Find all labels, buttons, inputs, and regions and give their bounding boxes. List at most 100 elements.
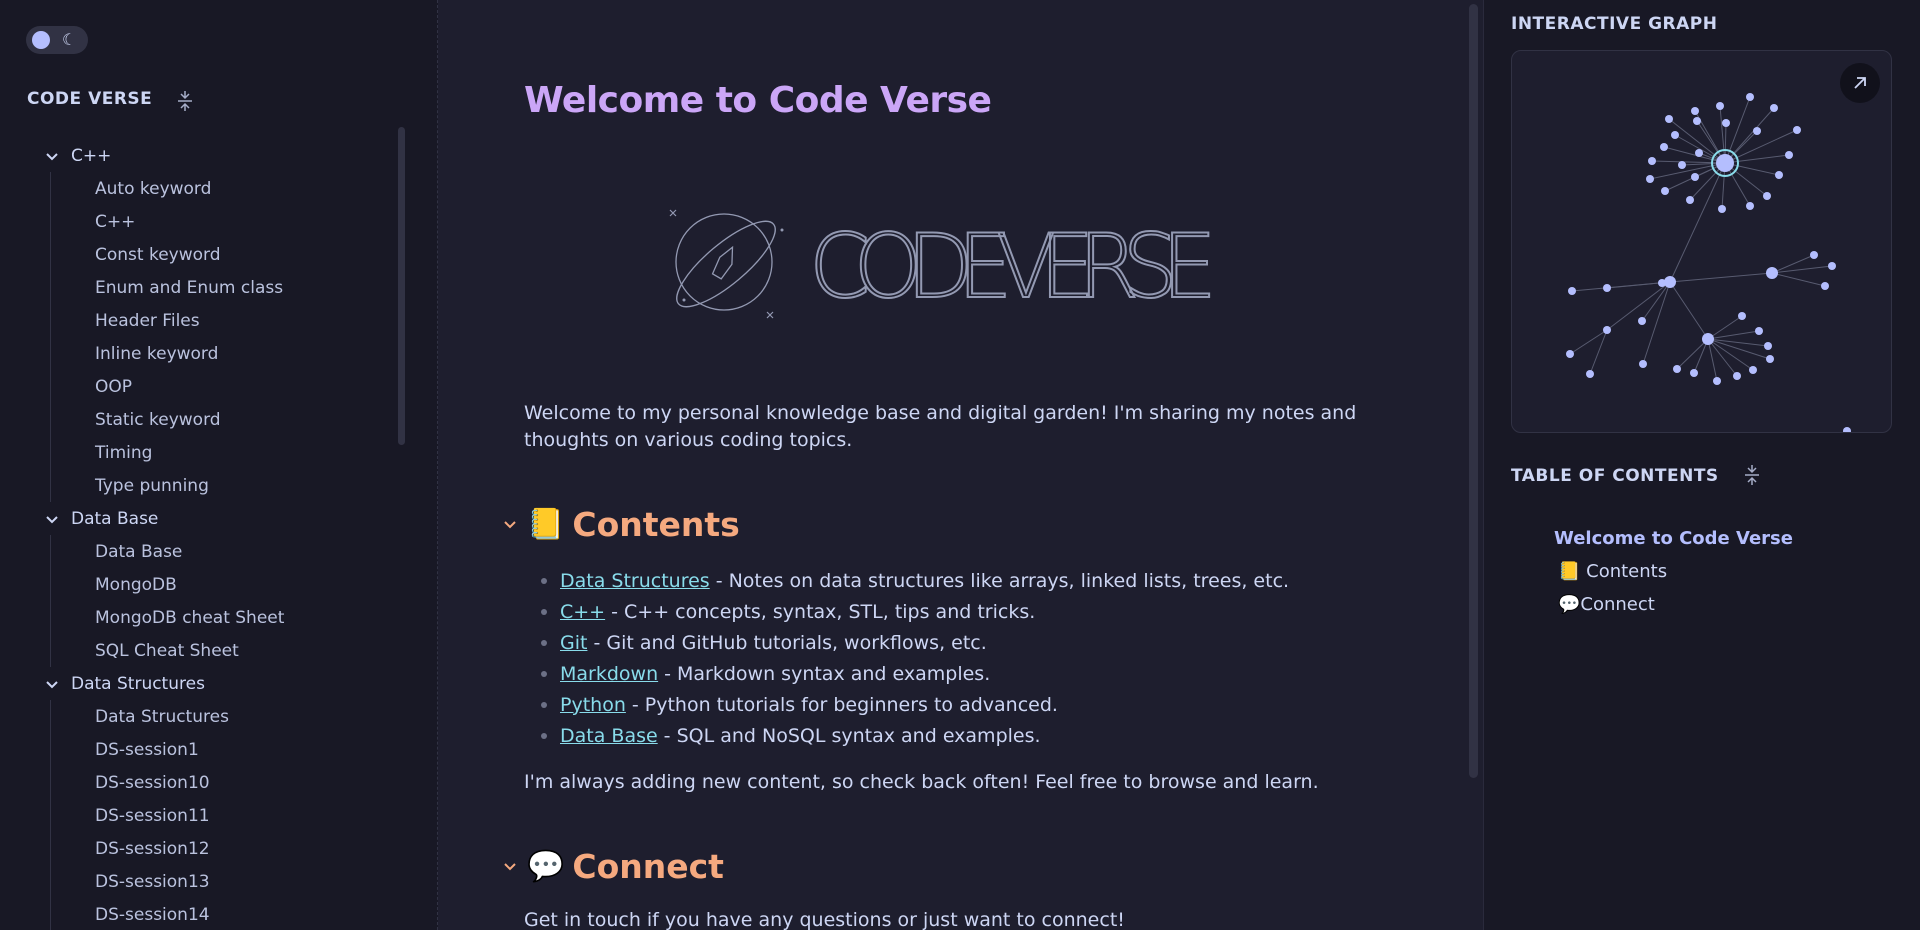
graph-node (1678, 161, 1686, 169)
contents-link[interactable]: Data Base (560, 725, 658, 747)
file-item[interactable]: OOP (28, 370, 407, 403)
file-item[interactable]: DS-session1 (28, 733, 407, 766)
graph-edge (1724, 107, 1775, 164)
contents-link[interactable]: Git (560, 632, 587, 654)
bullet (541, 732, 547, 739)
bullet (541, 577, 547, 584)
connect-heading-text: Connect (572, 847, 724, 886)
graph-node (1586, 370, 1594, 378)
graph-node (1661, 187, 1669, 195)
file-explorer: C++ Auto keyword C++ Const keyword Enum and … (27, 139, 407, 930)
file-item[interactable]: Timing (28, 436, 407, 469)
folder-children: Auto keyword C++ Const keyword Enum and Enu… (50, 172, 407, 502)
left-sidebar: ☾ CODE VERSE C++ Auto keyword C++ Const key… (0, 0, 438, 930)
graph-node (1673, 365, 1681, 373)
toc-item[interactable]: 📒 Contents (1554, 555, 1894, 588)
graph-node (1646, 175, 1654, 183)
contents-link[interactable]: Markdown (560, 663, 658, 685)
toc-item[interactable]: 💬Connect (1554, 588, 1894, 621)
chevron-down-icon (46, 515, 58, 523)
graph-edge (1707, 315, 1743, 340)
graph-node (1691, 173, 1699, 181)
bullet (541, 639, 547, 646)
graph-edge (1771, 272, 1826, 287)
main-content: Welcome to Code Verse CODEVERSE Welcome … (439, 0, 1482, 930)
graph-node (1671, 131, 1679, 139)
file-item[interactable]: DS-session13 (28, 865, 407, 898)
folder-children: Data Structures DS-session1 DS-session10 DS… (50, 700, 407, 930)
toc-item[interactable]: Welcome to Code Verse (1554, 522, 1894, 555)
theme-toggle[interactable]: ☾ (26, 26, 88, 54)
file-item[interactable]: DS-session11 (28, 799, 407, 832)
graph-node (1566, 350, 1574, 358)
toc-title: TABLE OF CONTENTS (1511, 466, 1719, 486)
contents-desc: - Markdown syntax and examples. (664, 662, 991, 685)
graph-edge (1589, 329, 1608, 375)
contents-link[interactable]: C++ (560, 601, 605, 623)
contents-link[interactable]: Data Structures (560, 570, 710, 592)
folder-label: Data Structures (71, 673, 205, 694)
file-item[interactable]: DS-session10 (28, 766, 407, 799)
file-item[interactable]: Auto keyword (28, 172, 407, 205)
sun-icon (32, 31, 50, 49)
folder-row[interactable]: C++ (27, 139, 407, 172)
logo-text: CODEVERSE (809, 215, 1219, 318)
folder-row[interactable]: Data Structures (27, 667, 407, 700)
file-item[interactable]: MongoDB cheat Sheet (28, 601, 407, 634)
graph-edge (1669, 281, 1709, 340)
file-item[interactable]: Data Structures (28, 700, 407, 733)
graph-hub-node (1716, 154, 1734, 172)
collapse-icon[interactable] (1742, 463, 1762, 487)
chevron-down-icon[interactable] (499, 856, 521, 878)
contents-item: Data Structures - Notes on data structure… (524, 565, 1424, 596)
file-item[interactable]: Const keyword (28, 238, 407, 271)
collapse-icon[interactable] (175, 89, 195, 113)
graph-canvas[interactable] (1512, 51, 1892, 433)
file-item[interactable]: Static keyword (28, 403, 407, 436)
moon-icon: ☾ (62, 30, 77, 49)
file-item[interactable]: C++ (28, 205, 407, 238)
graph-node (1766, 355, 1774, 363)
file-item[interactable]: Header Files (28, 304, 407, 337)
folder-row[interactable]: Data Base (27, 502, 407, 535)
graph-node (1843, 427, 1851, 432)
contents-link[interactable]: Python (560, 694, 626, 716)
expand-graph-button[interactable] (1840, 63, 1880, 103)
file-item[interactable]: SQL Cheat Sheet (28, 634, 407, 667)
graph-node (1722, 119, 1730, 127)
graph-node (1716, 102, 1724, 110)
graph-node (1695, 149, 1703, 157)
graph-node (1775, 171, 1783, 179)
bullet (541, 608, 547, 615)
graph-node (1746, 202, 1754, 210)
graph-edge (1676, 338, 1709, 370)
graph-node (1648, 157, 1656, 165)
graph-node (1763, 192, 1771, 200)
graph-node (1639, 360, 1647, 368)
contents-heading: 📒 Contents (499, 505, 740, 544)
contents-item: Python - Python tutorials for beginners t… (524, 689, 1424, 720)
site-title[interactable]: CODE VERSE (27, 89, 152, 109)
file-item[interactable]: Inline keyword (28, 337, 407, 370)
contents-desc: - Python tutorials for beginners to adva… (631, 693, 1058, 716)
file-item[interactable]: DS-session12 (28, 832, 407, 865)
file-item[interactable]: Data Base (28, 535, 407, 568)
connect-heading: 💬 Connect (499, 847, 724, 886)
file-item[interactable]: Enum and Enum class (28, 271, 407, 304)
connect-paragraph: Get in touch if you have any questions o… (524, 909, 1125, 930)
graph-node (1821, 282, 1829, 290)
file-item[interactable]: DS-session14 (28, 898, 407, 930)
bullet (541, 670, 547, 677)
file-item[interactable]: Type punning (28, 469, 407, 502)
file-item[interactable]: MongoDB (28, 568, 407, 601)
graph-edge (1642, 281, 1671, 365)
outro-paragraph: I'm always adding new content, so check … (524, 771, 1319, 793)
graph-title: INTERACTIVE GRAPH (1511, 14, 1718, 34)
interactive-graph[interactable] (1511, 50, 1892, 433)
graph-node (1793, 126, 1801, 134)
chevron-down-icon[interactable] (499, 514, 521, 536)
main-scrollbar[interactable] (1469, 4, 1478, 778)
graph-node (1755, 327, 1763, 335)
sidebar-scrollbar[interactable] (398, 127, 405, 445)
graph-edge (1651, 160, 1726, 164)
